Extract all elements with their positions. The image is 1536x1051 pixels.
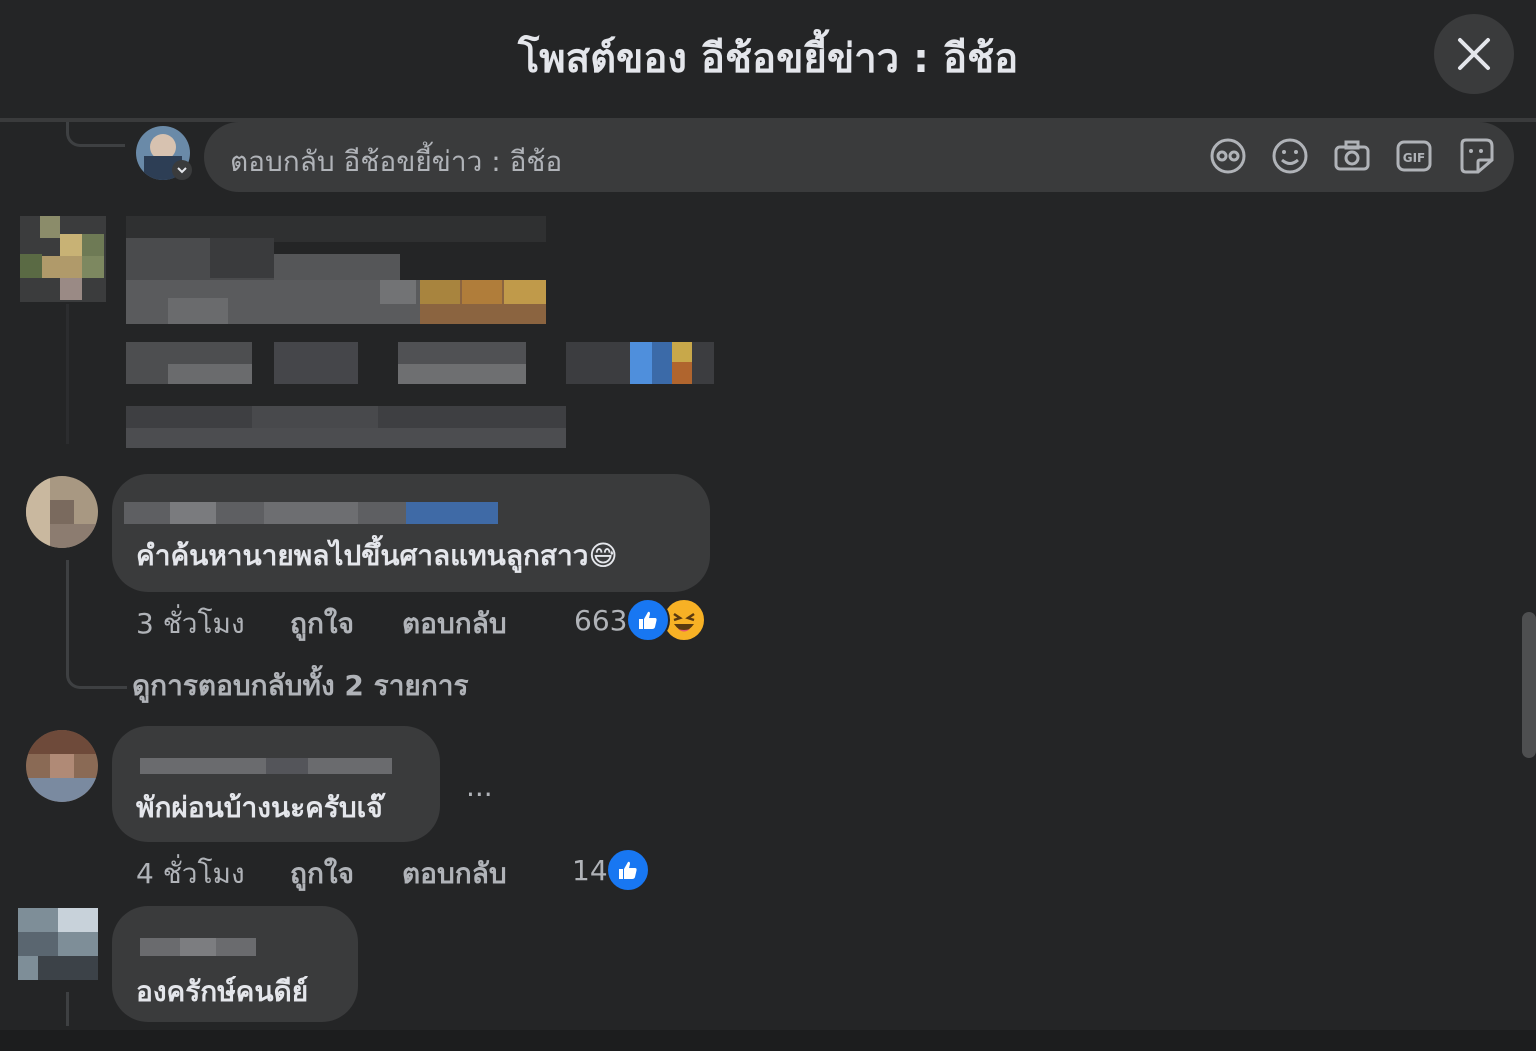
comment-2-reaction-count[interactable]: 14 bbox=[572, 854, 608, 887]
comment-1-like-button[interactable]: ถูกใจ bbox=[290, 602, 354, 646]
comment-2-like-button[interactable]: ถูกใจ bbox=[290, 852, 354, 896]
comment-3-avatar[interactable] bbox=[18, 908, 98, 980]
avatar-sticker-icon[interactable] bbox=[1208, 136, 1248, 176]
comment-1-bubble: คำค้นหานายพลไปขึ้นศาลแทนลูกสาว😅 bbox=[112, 474, 710, 592]
comment-1-text: คำค้นหานายพลไปขึ้นศาลแทนลูกสาว😅 bbox=[136, 539, 618, 572]
comment-1-reply-button[interactable]: ตอบกลับ bbox=[402, 602, 507, 646]
close-button[interactable] bbox=[1434, 14, 1514, 94]
emoji-icon[interactable] bbox=[1270, 136, 1310, 176]
sticker-icon[interactable] bbox=[1456, 136, 1496, 176]
thread-connector bbox=[66, 122, 125, 147]
comment-1-reaction-count[interactable]: 663 bbox=[574, 604, 627, 637]
comment-2-author-blurred[interactable] bbox=[140, 758, 392, 774]
view-replies-link[interactable]: ดูการตอบกลับทั้ง 2 รายการ bbox=[132, 664, 469, 708]
reply-input[interactable]: ตอบกลับ อีช้อขยี้ข่าว : อีช้อ GIF bbox=[204, 122, 1514, 192]
comment-3-bubble: องครักษ์คนดีย์ bbox=[112, 906, 358, 1022]
avatar-dropdown-icon[interactable] bbox=[172, 160, 192, 180]
comment-1-time[interactable]: 3 ชั่วโมง bbox=[136, 602, 245, 646]
blurred-comment-content bbox=[126, 216, 716, 452]
blurred-thread-line bbox=[66, 304, 69, 444]
more-options-icon: ... bbox=[466, 770, 493, 803]
close-icon bbox=[1458, 38, 1490, 70]
dialog-header: โพสต์ของ อีช้อขยี้ข่าว : อีช้อ bbox=[0, 0, 1536, 122]
comment-2-text: พักผ่อนบ้างนะครับเจ๊ bbox=[136, 791, 383, 824]
bottom-divider bbox=[0, 1030, 1536, 1051]
dialog-title: โพสต์ของ อีช้อขยี้ข่าว : อีช้อ bbox=[517, 36, 1019, 82]
scrollbar-thumb[interactable] bbox=[1522, 612, 1536, 758]
comment-3-text: องครักษ์คนดีย์ bbox=[136, 975, 309, 1008]
comment-1-thread-line bbox=[66, 560, 127, 689]
comment-1-avatar[interactable] bbox=[26, 476, 98, 548]
comment-2-time[interactable]: 4 ชั่วโมง bbox=[136, 852, 245, 896]
blurred-avatar bbox=[20, 216, 106, 302]
like-reaction-icon bbox=[606, 848, 650, 892]
reply-placeholder: ตอบกลับ อีช้อขยี้ข่าว : อีช้อ bbox=[230, 145, 563, 178]
comment-2-reply-button[interactable]: ตอบกลับ bbox=[402, 852, 507, 896]
svg-text:GIF: GIF bbox=[1403, 151, 1426, 165]
camera-icon[interactable] bbox=[1332, 136, 1372, 176]
gif-icon[interactable]: GIF bbox=[1394, 136, 1434, 176]
like-reaction-icon bbox=[626, 598, 670, 642]
composer-toolbar: GIF bbox=[1208, 136, 1496, 176]
comment-2-more-button[interactable]: ... bbox=[466, 770, 493, 803]
sweat-smile-emoji: 😅 bbox=[588, 539, 618, 572]
comment-3-author-blurred[interactable] bbox=[140, 938, 256, 956]
comment-3-thread-line bbox=[66, 992, 69, 1026]
comment-2-avatar[interactable] bbox=[26, 730, 98, 802]
comment-2-bubble: พักผ่อนบ้างนะครับเจ๊ bbox=[112, 726, 440, 842]
comment-1-author-blurred[interactable] bbox=[124, 502, 498, 524]
